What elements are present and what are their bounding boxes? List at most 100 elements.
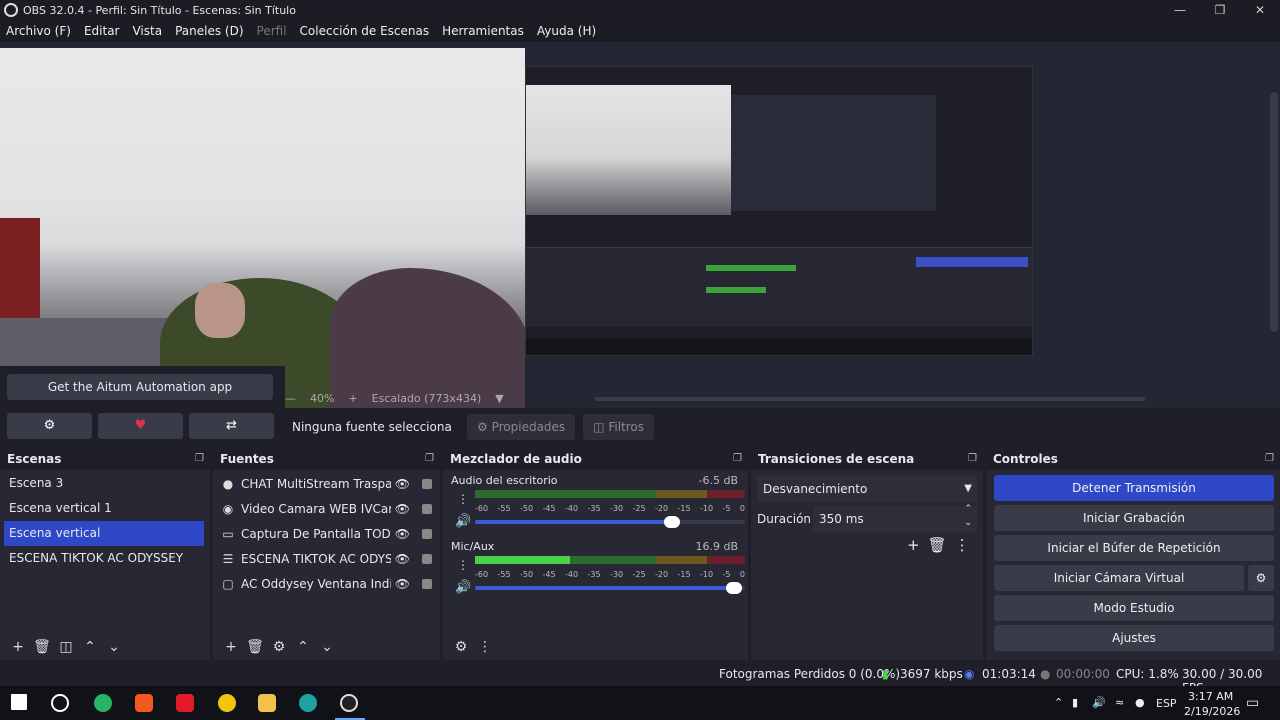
- notifications-icon[interactable]: ▭: [1246, 695, 1259, 711]
- stop-stream-button[interactable]: Detener Transmisión: [994, 475, 1274, 501]
- gear-icon[interactable]: ⚙: [7, 413, 92, 439]
- source-item[interactable]: ▢ AC Oddysey Ventana Individu 👁: [213, 571, 440, 596]
- minimize-icon[interactable]: —: [1160, 0, 1200, 20]
- scene-item[interactable]: Escena 3: [0, 471, 210, 496]
- visibility-eye-icon[interactable]: 👁: [395, 477, 410, 491]
- channel-menu-icon[interactable]: ⋮: [457, 558, 469, 572]
- obs-taskbar-icon[interactable]: [340, 694, 358, 712]
- undock-icon[interactable]: ❐: [195, 448, 204, 470]
- volume-fader[interactable]: [475, 516, 745, 528]
- move-up-icon[interactable]: ⌃: [78, 639, 102, 655]
- scene-item-active[interactable]: Escena vertical: [4, 521, 204, 546]
- fader-knob[interactable]: [664, 516, 681, 528]
- move-down-icon[interactable]: ⌄: [102, 639, 126, 655]
- volume-icon[interactable]: 🔊: [1092, 696, 1106, 709]
- spin-arrows-icon[interactable]: ⌃ ⌄: [964, 502, 972, 530]
- menu-vista[interactable]: Vista: [132, 24, 162, 38]
- add-icon[interactable]: +: [907, 536, 920, 554]
- transition-select[interactable]: Desvanecimiento ▼: [757, 476, 978, 502]
- app-green-icon[interactable]: [94, 694, 112, 712]
- add-icon[interactable]: +: [6, 639, 30, 655]
- source-item[interactable]: ▭ Captura De Pantalla TODO "nc 👁: [213, 521, 440, 546]
- scale-dropdown-icon[interactable]: ▼: [495, 392, 503, 405]
- clock-date[interactable]: 2/19/2026: [1184, 705, 1240, 718]
- filters-button[interactable]: ◫ Filtros: [583, 414, 654, 440]
- clock-time[interactable]: 3:17 AM: [1188, 690, 1233, 703]
- menu-paneles[interactable]: Paneles (D): [175, 24, 243, 38]
- preview-area[interactable]: — 40% + Escalado (773x434) ▼: [0, 42, 1280, 408]
- file-explorer-icon[interactable]: [258, 694, 276, 712]
- move-down-icon[interactable]: ⌄: [315, 639, 339, 655]
- screen-capture-source[interactable]: [525, 66, 1033, 356]
- transition-menu-icon[interactable]: ⋮: [955, 536, 970, 554]
- preview-vertical-scrollbar[interactable]: [1270, 92, 1278, 332]
- windows-start-icon[interactable]: [11, 694, 27, 710]
- studio-mode-button[interactable]: Modo Estudio: [994, 595, 1274, 621]
- menu-coleccion[interactable]: Colección de Escenas: [300, 24, 430, 38]
- virtual-camera-button[interactable]: Iniciar Cámara Virtual: [994, 565, 1244, 591]
- undock-icon[interactable]: ❐: [968, 448, 977, 470]
- menu-herramientas[interactable]: Herramientas: [442, 24, 524, 38]
- get-aitum-app-button[interactable]: Get the Aitum Automation app: [7, 374, 273, 400]
- volume-fader[interactable]: [475, 582, 745, 594]
- close-icon[interactable]: ✕: [1240, 0, 1280, 20]
- battery-icon[interactable]: ▮: [1072, 696, 1078, 709]
- language-indicator[interactable]: ESP: [1156, 697, 1177, 710]
- mixer-menu-icon[interactable]: ⋮: [473, 639, 497, 655]
- search-icon[interactable]: [51, 694, 69, 712]
- wifi-icon[interactable]: ≈: [1115, 696, 1124, 709]
- microphone-icon[interactable]: ●: [1135, 696, 1145, 709]
- menu-editar[interactable]: Editar: [84, 24, 120, 38]
- move-up-icon[interactable]: ⌃: [291, 639, 315, 655]
- source-item[interactable]: ● CHAT MultiStream Trasparent 👁: [213, 471, 440, 496]
- source-item[interactable]: ◉ Video Camara WEB IVCam Drc 👁: [213, 496, 440, 521]
- gear-icon[interactable]: ⚙: [267, 639, 291, 655]
- scene-item[interactable]: Escena vertical 1: [0, 496, 210, 521]
- visibility-eye-icon[interactable]: 👁: [395, 502, 410, 516]
- visibility-eye-icon[interactable]: 👁: [395, 527, 410, 541]
- webcam-source[interactable]: [0, 48, 525, 408]
- refresh-icon[interactable]: ⇄: [189, 413, 274, 439]
- app-red-icon[interactable]: [176, 694, 194, 712]
- advanced-audio-gear-icon[interactable]: ⚙: [449, 639, 473, 655]
- replay-buffer-button[interactable]: Iniciar el Búfer de Repetición: [994, 535, 1274, 561]
- menu-ayuda[interactable]: Ayuda (H): [537, 24, 596, 38]
- properties-button[interactable]: ⚙ Propiedades: [467, 414, 576, 440]
- tray-expand-icon[interactable]: ⌃: [1054, 696, 1063, 709]
- visibility-eye-icon[interactable]: 👁: [395, 577, 410, 591]
- preview-horizontal-scrollbar[interactable]: [595, 397, 1145, 401]
- zoom-in-button[interactable]: +: [348, 392, 357, 405]
- chrome-icon[interactable]: [218, 694, 236, 712]
- lock-icon[interactable]: [422, 503, 432, 514]
- speaker-icon[interactable]: 🔊: [455, 580, 471, 595]
- visibility-eye-icon[interactable]: 👁: [395, 552, 410, 566]
- start-recording-button[interactable]: Iniciar Grabación: [994, 505, 1274, 531]
- duration-input[interactable]: 350 ms ⌃ ⌄: [813, 504, 978, 532]
- filter-icon[interactable]: ◫: [54, 639, 78, 655]
- heart-icon[interactable]: ♥: [98, 413, 183, 439]
- lock-icon[interactable]: [422, 478, 432, 489]
- app-teal-icon[interactable]: [299, 694, 317, 712]
- gear-icon[interactable]: ⚙: [1248, 565, 1274, 591]
- undock-icon[interactable]: ❐: [425, 448, 434, 470]
- undock-icon[interactable]: ❐: [1265, 448, 1274, 470]
- speaker-icon[interactable]: 🔊: [455, 514, 471, 529]
- source-item[interactable]: ☰ ESCENA TIKTOK AC ODYSSEY 👁: [213, 546, 440, 571]
- channel-menu-icon[interactable]: ⋮: [457, 492, 469, 506]
- trash-icon[interactable]: 🗑: [30, 639, 54, 655]
- zoom-out-button[interactable]: —: [285, 392, 296, 405]
- fader-knob[interactable]: [726, 582, 743, 594]
- lock-icon[interactable]: [422, 553, 432, 564]
- menu-perfil[interactable]: Perfil: [257, 24, 287, 38]
- trash-icon[interactable]: 🗑: [243, 639, 267, 655]
- scene-item[interactable]: ESCENA TIKTOK AC ODYSSEY: [0, 546, 210, 571]
- trash-icon[interactable]: 🗑: [928, 536, 947, 554]
- settings-button[interactable]: Ajustes: [994, 625, 1274, 651]
- undock-icon[interactable]: ❐: [733, 448, 742, 470]
- add-icon[interactable]: +: [219, 639, 243, 655]
- brave-browser-icon[interactable]: [135, 694, 153, 712]
- maximize-icon[interactable]: ❐: [1200, 0, 1240, 20]
- lock-icon[interactable]: [422, 528, 432, 539]
- menu-archivo[interactable]: Archivo (F): [6, 24, 71, 38]
- lock-icon[interactable]: [422, 578, 432, 589]
